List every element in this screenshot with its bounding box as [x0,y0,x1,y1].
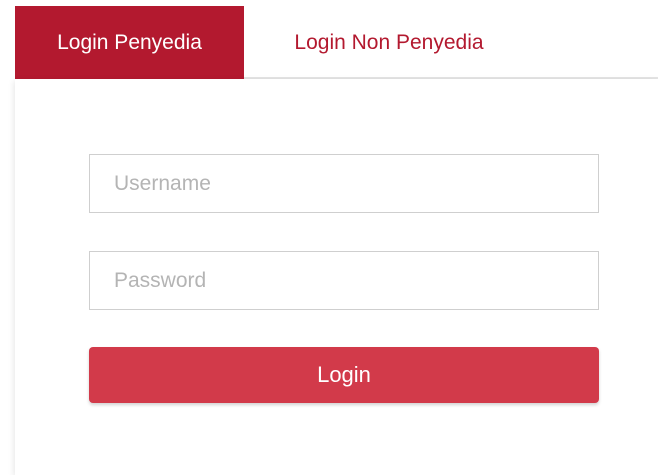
tab-login-non-penyedia-label: Login Non Penyedia [294,30,484,54]
tab-login-non-penyedia[interactable]: Login Non Penyedia [244,6,534,79]
password-input[interactable] [89,251,599,310]
login-page: Login Penyedia Login Non Penyedia Login [0,0,658,475]
login-button[interactable]: Login [89,347,599,403]
tab-login-penyedia-label: Login Penyedia [57,30,202,54]
username-input[interactable] [89,154,599,213]
login-tabs: Login Penyedia Login Non Penyedia [0,0,658,80]
tab-login-penyedia[interactable]: Login Penyedia [15,6,244,79]
